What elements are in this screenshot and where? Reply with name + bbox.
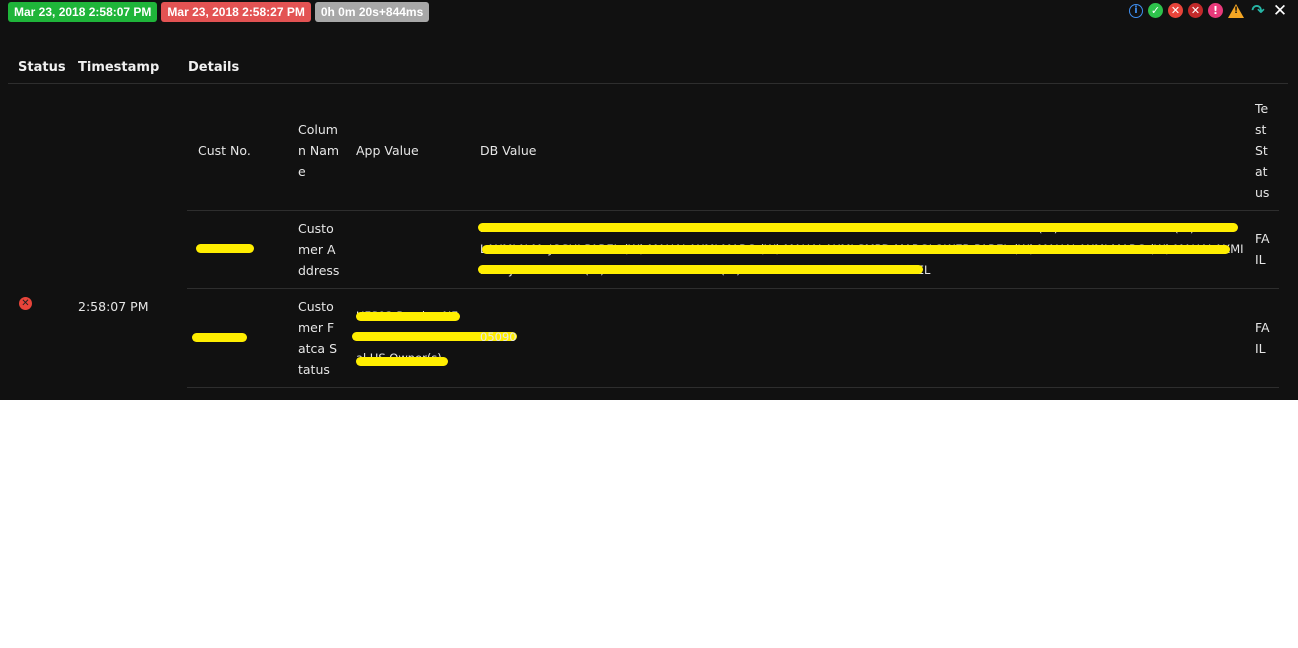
text-line: Custo bbox=[298, 221, 334, 236]
text-line: mer F bbox=[298, 320, 335, 335]
header-line: us bbox=[1255, 185, 1270, 200]
header-line: Te bbox=[1255, 101, 1269, 116]
text-line: IL bbox=[1255, 341, 1266, 356]
text-line: mer A bbox=[298, 242, 336, 257]
row2-column-name: Custo mer F atca S tatus bbox=[298, 296, 337, 380]
timestamp-column-header: Timestamp bbox=[78, 60, 160, 75]
test-status-header: Te st St at us bbox=[1255, 98, 1269, 203]
inner-header-divider bbox=[187, 210, 1279, 211]
skip-icon[interactable]: ↷ bbox=[1249, 1, 1267, 20]
redaction-mark bbox=[356, 357, 448, 366]
fatal-icon[interactable]: ✕ bbox=[1188, 3, 1203, 18]
row2-db-value: 05090 bbox=[480, 330, 517, 344]
header-line: St bbox=[1255, 143, 1268, 158]
text-line: atca S bbox=[298, 341, 338, 356]
row2-test-status: FA IL bbox=[1255, 317, 1270, 359]
header-line: n Nam bbox=[298, 143, 340, 158]
header-line: st bbox=[1255, 122, 1267, 137]
duration-badge: 0h 0m 20s+844ms bbox=[314, 2, 430, 22]
pass-icon[interactable]: ✓ bbox=[1148, 3, 1163, 18]
header-line: Colum bbox=[298, 122, 338, 137]
text-line: IL bbox=[1255, 252, 1266, 267]
warning-icon[interactable]: ! bbox=[1228, 3, 1244, 18]
fail-status-icon: ✕ bbox=[19, 297, 32, 310]
redacted-cust-no bbox=[192, 333, 247, 342]
header-line: at bbox=[1255, 164, 1268, 179]
info-icon[interactable]: i bbox=[1129, 3, 1143, 18]
row1-test-status: FA IL bbox=[1255, 228, 1270, 270]
column-name-header: Colum n Nam e bbox=[298, 119, 339, 182]
test-detail-panel: Mar 23, 2018 2:58:07 PM Mar 23, 2018 2:5… bbox=[0, 0, 1298, 400]
error-icon[interactable]: ! bbox=[1208, 3, 1223, 18]
status-column-header: Status bbox=[18, 60, 66, 75]
app-value-header: App Value bbox=[356, 143, 419, 158]
text-line: FA bbox=[1255, 320, 1270, 335]
redaction-mark bbox=[356, 312, 460, 321]
row1-column-name: Custo mer A ddress bbox=[298, 218, 339, 281]
redaction-mark bbox=[478, 265, 923, 274]
row-divider bbox=[187, 288, 1279, 289]
redacted-cust-no bbox=[196, 244, 254, 253]
time-badges: Mar 23, 2018 2:58:07 PM Mar 23, 2018 2:5… bbox=[8, 2, 430, 22]
header-divider bbox=[8, 83, 1288, 84]
start-time-badge: Mar 23, 2018 2:58:07 PM bbox=[8, 2, 158, 22]
log-timestamp: 2:58:07 PM bbox=[78, 299, 149, 314]
close-icon[interactable]: ✕ bbox=[1272, 1, 1288, 21]
text-line: Custo bbox=[298, 299, 334, 314]
redaction-mark bbox=[478, 223, 1238, 232]
warning-mark: ! bbox=[1234, 5, 1239, 16]
text-line: tatus bbox=[298, 362, 330, 377]
db-value-header: DB Value bbox=[480, 143, 537, 158]
details-column-header: Details bbox=[188, 60, 240, 75]
redaction-mark bbox=[482, 245, 1230, 254]
cust-no-header: Cust No. bbox=[198, 143, 251, 158]
status-filter-toolbar: i ✓ ✕ ✕ ! ! ↷ ✕ bbox=[1129, 1, 1288, 21]
text-line: ddress bbox=[298, 263, 340, 278]
header-line: e bbox=[298, 164, 306, 179]
row-divider bbox=[187, 387, 1279, 388]
fail-icon[interactable]: ✕ bbox=[1168, 3, 1183, 18]
end-time-badge: Mar 23, 2018 2:58:27 PM bbox=[161, 2, 311, 22]
text-line: FA bbox=[1255, 231, 1270, 246]
